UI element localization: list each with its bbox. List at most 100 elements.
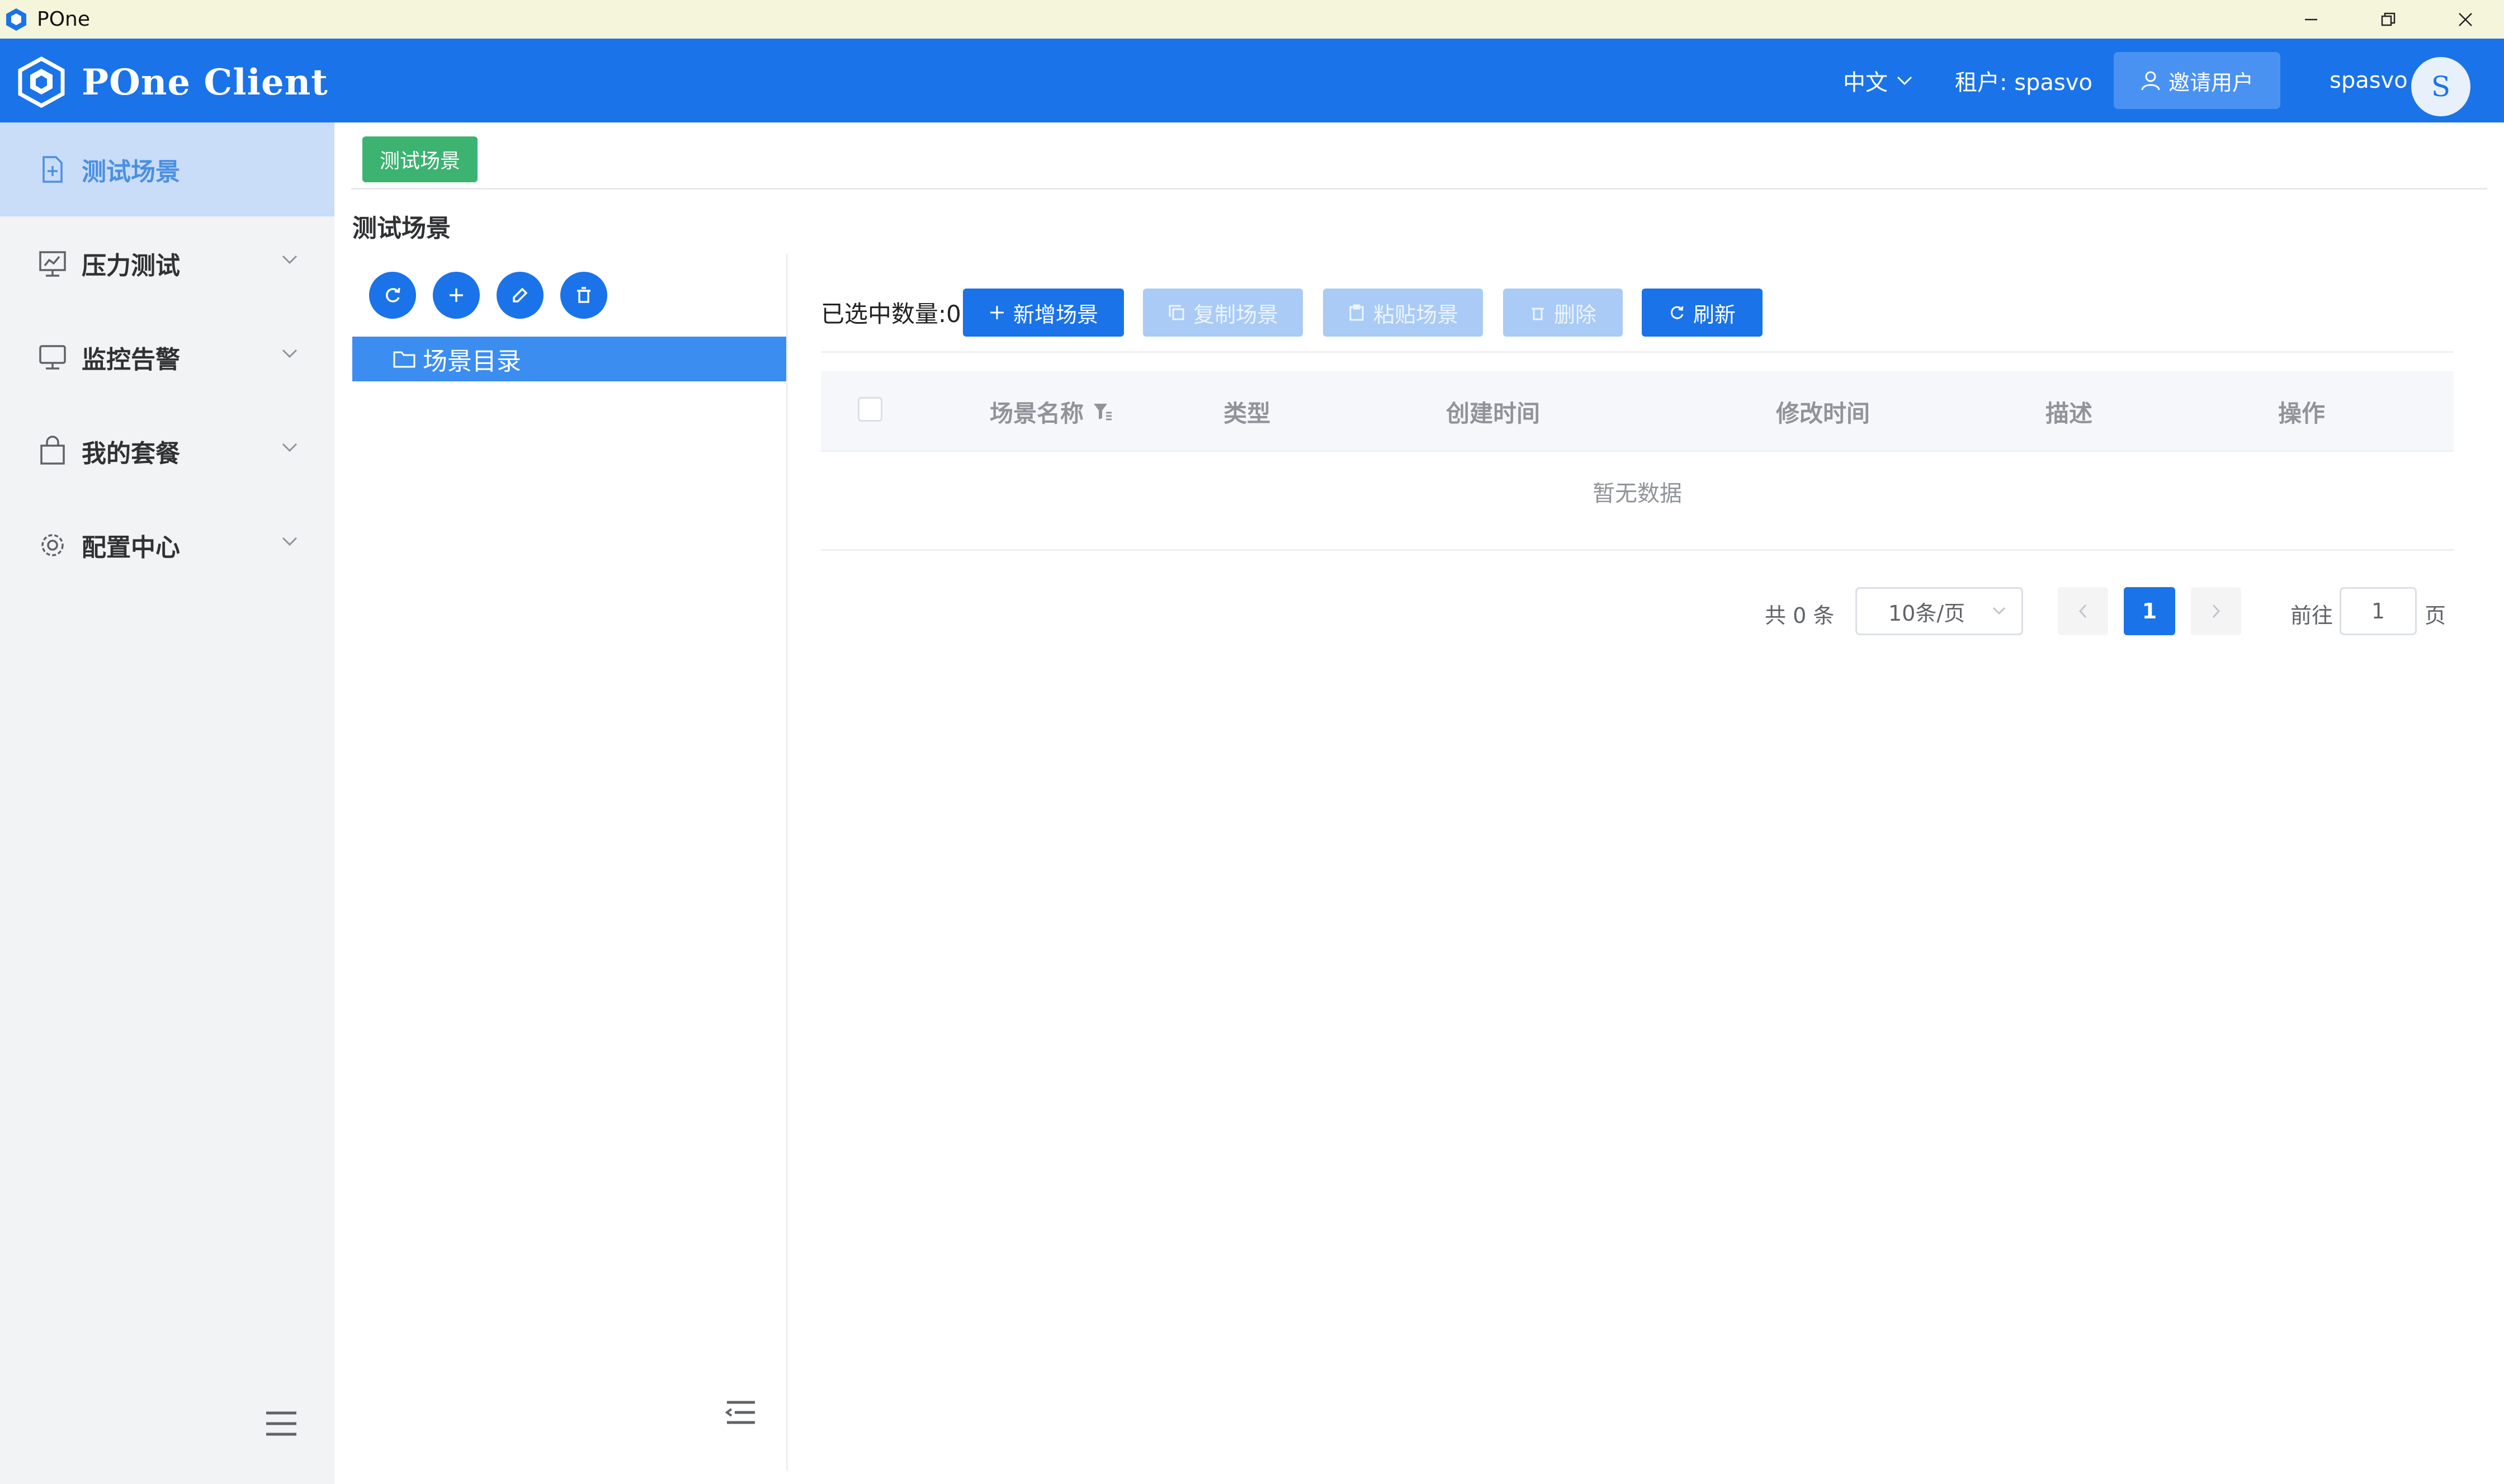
delete-label: 删除	[1553, 302, 1596, 327]
table-empty-text: 暂无数据	[1593, 481, 1682, 507]
copy-scene-button[interactable]: 复制场景	[1143, 289, 1303, 337]
sidebar-item-label: 监控告警	[82, 346, 180, 374]
column-label: 场景名称	[990, 399, 1084, 427]
minimize-button[interactable]	[2273, 0, 2350, 39]
column-scene-name[interactable]: 场景名称	[990, 371, 1114, 452]
refresh-button[interactable]: 刷新	[1642, 289, 1763, 337]
page-size-select[interactable]: 10条/页	[1855, 587, 2023, 635]
page-number-current[interactable]: 1	[2124, 587, 2175, 635]
copy-icon	[1169, 305, 1184, 320]
folder-icon	[393, 351, 415, 368]
chevron-down-icon	[1992, 607, 2006, 615]
page-title: 测试场景	[352, 214, 451, 243]
sidebar-item-monitor-alert[interactable]: 监控告警	[0, 310, 334, 404]
pagination-total: 共 0 条	[1765, 603, 1835, 628]
window-title: POne	[37, 8, 91, 31]
close-icon	[2459, 12, 2472, 26]
page-size-value: 10条/页	[1888, 601, 1966, 626]
select-all-checkbox[interactable]	[858, 397, 882, 422]
tenant-label: 租户: spasvo	[1955, 70, 2092, 96]
sidebar-collapse-icon[interactable]	[264, 1410, 299, 1438]
chevron-down-icon	[1897, 76, 1912, 86]
tree-collapse-icon[interactable]	[725, 1399, 757, 1426]
brand-logo-icon	[18, 56, 65, 108]
prev-page-button[interactable]	[2058, 587, 2108, 635]
refresh-icon	[386, 287, 400, 303]
panel-divider	[786, 254, 788, 1471]
column-modified-time: 修改时间	[1776, 399, 1870, 427]
chevron-down-icon	[282, 537, 297, 546]
restore-icon	[2381, 12, 2396, 26]
filter-icon[interactable]	[1092, 400, 1114, 423]
chevron-down-icon	[282, 443, 297, 452]
brand-name: POne Client	[82, 61, 328, 103]
sidebar-item-my-package[interactable]: 我的套餐	[0, 404, 334, 498]
sidebar-item-stress-test[interactable]: 压力测试	[0, 216, 334, 310]
bag-icon	[40, 436, 65, 465]
app-logo-icon	[6, 8, 26, 31]
username[interactable]: spasvo	[2330, 39, 2408, 122]
tree-add-button[interactable]	[433, 272, 480, 319]
page-suffix-label: 页	[2425, 603, 2446, 628]
window-controls	[2273, 0, 2504, 39]
sidebar: 测试场景 压力测试 监控告警 我的套餐 配置中心	[0, 122, 334, 1484]
goto-page-input[interactable]: 1	[2340, 587, 2417, 635]
tree-delete-button[interactable]	[560, 272, 607, 319]
delete-button[interactable]: 删除	[1503, 289, 1623, 337]
next-page-button[interactable]	[2191, 587, 2241, 635]
chevron-down-icon	[282, 349, 297, 358]
close-button[interactable]	[2427, 0, 2504, 39]
chevron-right-icon	[2212, 604, 2220, 618]
paste-icon	[1349, 304, 1364, 321]
invite-user-button[interactable]: 邀请用户	[2114, 52, 2280, 109]
tab-divider	[351, 188, 2487, 190]
language-select[interactable]: 中文	[1843, 39, 1914, 122]
restore-button[interactable]	[2350, 0, 2427, 39]
invite-user-label: 邀请用户	[2168, 70, 2253, 95]
refresh-label: 刷新	[1693, 302, 1736, 327]
avatar[interactable]: S	[2411, 57, 2470, 116]
gear-icon	[41, 534, 64, 556]
goto-label: 前往	[2290, 603, 2333, 628]
user-icon	[2141, 71, 2160, 91]
column-type: 类型	[1223, 399, 1271, 427]
tab-test-scene[interactable]: 测试场景	[362, 136, 478, 182]
plus-icon	[990, 306, 1004, 319]
sidebar-item-label: 压力测试	[82, 252, 180, 280]
minimize-icon	[2305, 18, 2317, 20]
table-header: 场景名称 类型 创建时间 修改时间 描述 操作	[821, 371, 2454, 452]
selected-count: 已选中数量:0	[821, 300, 961, 328]
add-scene-label: 新增场景	[1013, 302, 1098, 327]
column-description: 描述	[2045, 399, 2093, 427]
sidebar-item-config-center[interactable]: 配置中心	[0, 498, 334, 592]
tree-toolbar	[369, 272, 624, 319]
language-label: 中文	[1843, 70, 1888, 96]
os-title-bar: POne	[0, 0, 2504, 39]
sidebar-item-label: 配置中心	[82, 533, 180, 562]
edit-icon	[513, 287, 528, 303]
tree-edit-button[interactable]	[497, 272, 544, 319]
paste-scene-label: 粘贴场景	[1373, 302, 1458, 327]
tree-node-scene-directory[interactable]: 场景目录	[352, 337, 787, 381]
copy-scene-label: 复制场景	[1193, 302, 1278, 327]
sidebar-item-label: 测试场景	[82, 158, 180, 186]
add-scene-button[interactable]: 新增场景	[963, 289, 1124, 337]
app-header: POne Client 中文 租户: spasvo 邀请用户 spasvo S	[0, 39, 2504, 122]
chart-board-icon	[39, 251, 66, 277]
plus-icon	[450, 289, 463, 302]
tree-refresh-button[interactable]	[369, 272, 416, 319]
monitor-icon	[39, 345, 66, 370]
paste-scene-button[interactable]: 粘贴场景	[1323, 289, 1483, 337]
trash-icon	[577, 287, 590, 303]
toolbar-divider	[821, 351, 2454, 353]
refresh-icon	[1670, 306, 1684, 319]
scene-doc-icon	[42, 156, 63, 183]
column-actions: 操作	[2278, 399, 2326, 427]
sidebar-item-label: 我的套餐	[82, 439, 180, 468]
column-created-time: 创建时间	[1446, 399, 1541, 427]
tree-node-label: 场景目录	[423, 347, 521, 376]
chevron-left-icon	[2078, 604, 2087, 618]
sidebar-item-test-scene[interactable]: 测试场景	[0, 122, 334, 216]
trash-icon	[1531, 308, 1544, 320]
brand[interactable]: POne Client	[16, 56, 328, 108]
